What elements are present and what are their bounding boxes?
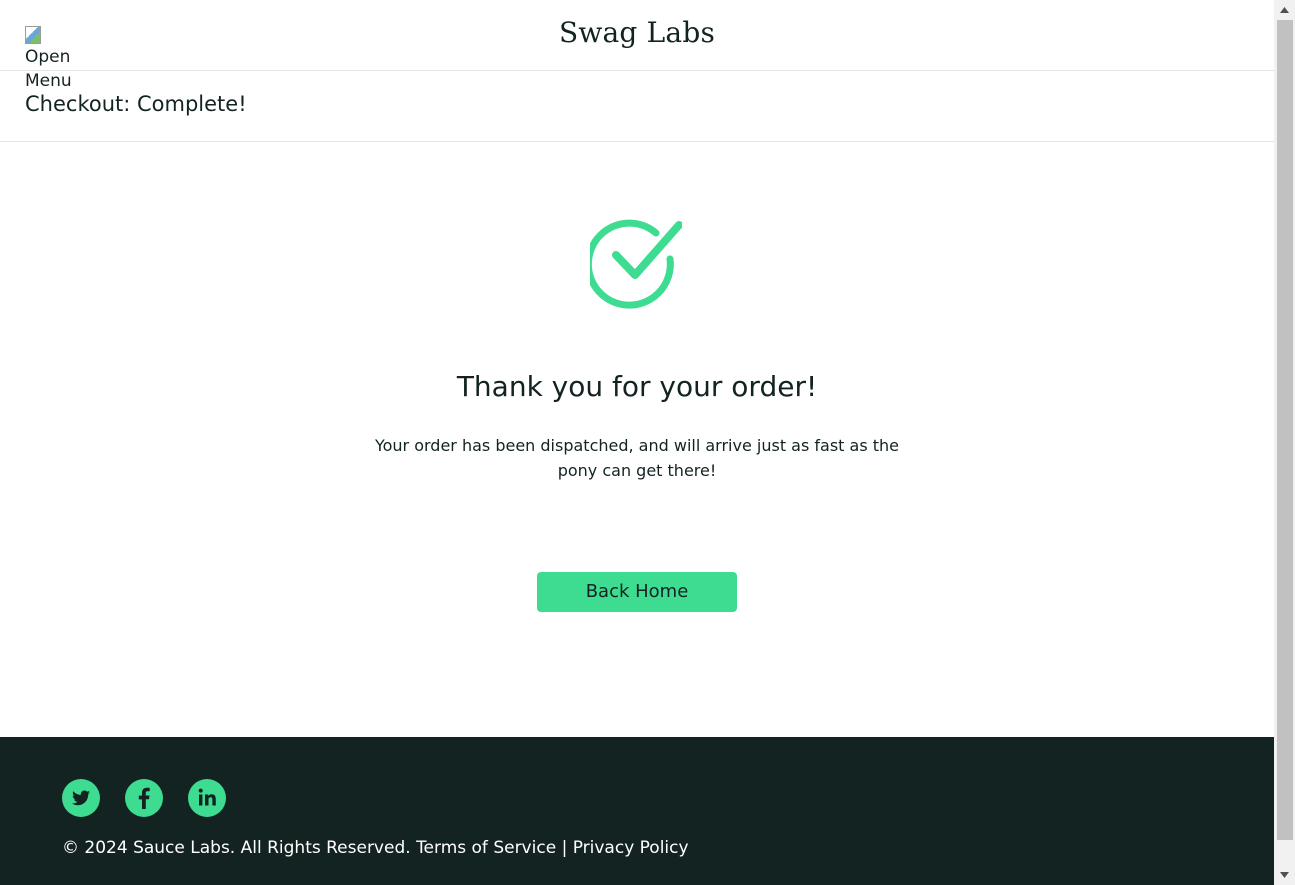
copyright-text: © 2024 Sauce Labs. All Rights Reserved.	[62, 838, 411, 858]
page: Open Menu Swag Labs Checkout: Complete! …	[0, 0, 1274, 885]
scroll-up-arrow-icon[interactable]	[1274, 0, 1295, 20]
complete-text: Your order has been dispatched, and will…	[374, 436, 900, 480]
facebook-icon	[138, 787, 150, 809]
scrollbar-thumb[interactable]	[1277, 20, 1293, 840]
twitter-icon	[72, 790, 90, 806]
terms-of-service-link[interactable]: Terms of Service	[416, 838, 556, 858]
privacy-policy-link[interactable]: Privacy Policy	[573, 838, 689, 858]
back-home-button[interactable]: Back Home	[537, 572, 737, 612]
footer-copyright: © 2024 Sauce Labs. All Rights Reserved. …	[62, 838, 689, 858]
linkedin-icon	[198, 788, 216, 806]
twitter-link[interactable]	[62, 779, 100, 817]
checkmark-circle-icon	[590, 219, 682, 309]
linkedin-link[interactable]	[188, 779, 226, 817]
vertical-scrollbar[interactable]	[1274, 0, 1295, 885]
footer-separator: |	[561, 838, 568, 858]
open-menu-label: Open Menu	[25, 47, 72, 91]
footer: © 2024 Sauce Labs. All Rights Reserved. …	[0, 737, 1274, 885]
page-title: Checkout: Complete!	[25, 92, 247, 116]
header: Open Menu Swag Labs Checkout: Complete!	[0, 0, 1274, 142]
scroll-down-arrow-icon[interactable]	[1274, 865, 1295, 885]
app-logo: Swag Labs	[558, 16, 716, 49]
facebook-link[interactable]	[125, 779, 163, 817]
complete-header: Thank you for your order!	[456, 370, 818, 403]
header-top-bar: Open Menu Swag Labs	[0, 0, 1274, 91]
